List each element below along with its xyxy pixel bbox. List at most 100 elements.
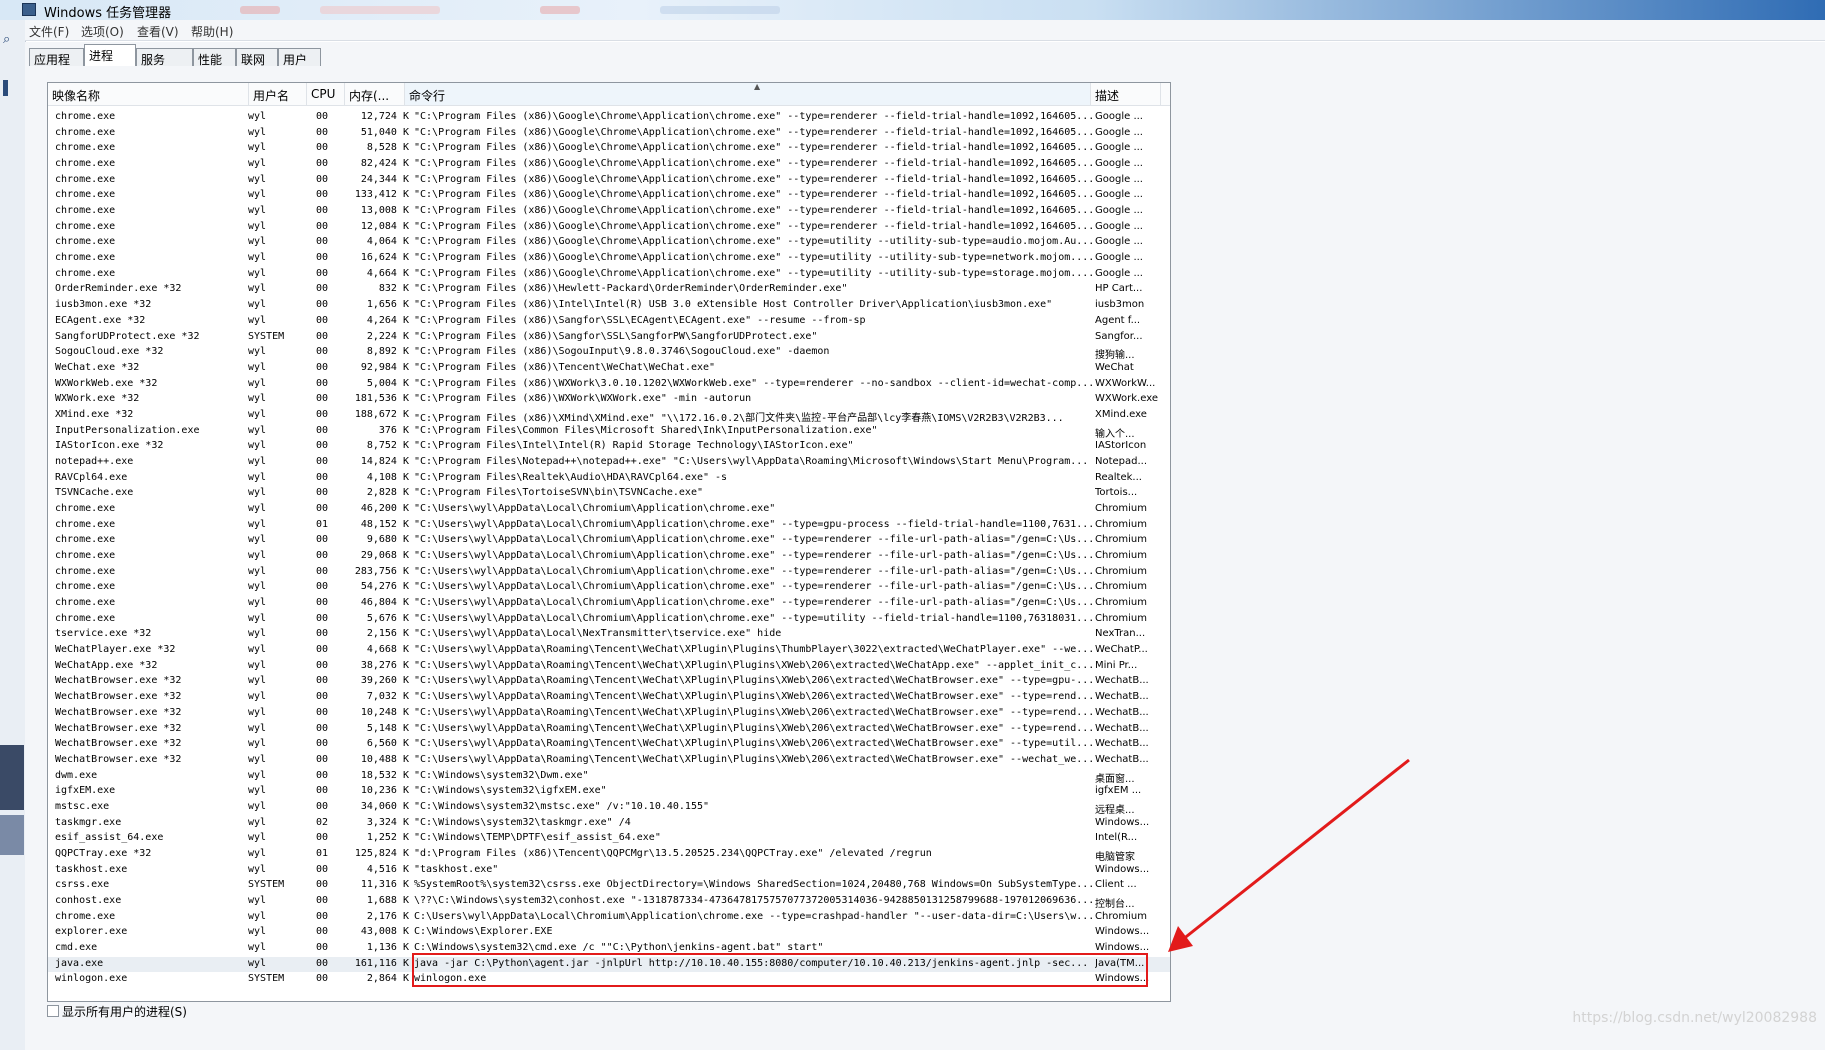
menu-help[interactable]: 帮助(H) xyxy=(191,23,233,40)
memory-cell: 38,276 K xyxy=(360,659,409,671)
image-name-cell: chrome.exe xyxy=(55,205,116,217)
image-name-cell: dwm.exe xyxy=(55,769,98,781)
image-name-cell: WechatBrowser.exe *32 xyxy=(55,675,182,687)
cpu-cell: 00 xyxy=(316,173,329,185)
table-row[interactable]: ECAgent.exe *32 wyl 00 4,264 K "C:\Program F… xyxy=(48,314,1170,330)
table-row[interactable]: igfxEM.exe wyl 00 10,236 K "C:\Windows\syste… xyxy=(48,784,1170,800)
table-row[interactable]: taskmgr.exe wyl 02 3,324 K "C:\Windows\syste… xyxy=(48,816,1170,832)
tab-services[interactable]: 服务 xyxy=(136,48,193,67)
tab-applications[interactable]: 应用程序 xyxy=(29,48,84,84)
table-row[interactable]: notepad++.exe wyl 00 14,824 K "C:\Program Fi… xyxy=(48,455,1170,471)
table-row[interactable]: conhost.exe wyl 00 1,688 K \??\C:\Windows\sy… xyxy=(48,894,1170,910)
table-row[interactable]: chrome.exe wyl 00 54,276 K "C:\Users\wyl\App… xyxy=(48,580,1170,596)
image-name-cell: RAVCpl64.exe xyxy=(55,471,128,483)
search-icon[interactable]: ⌕ xyxy=(3,32,19,48)
table-row[interactable]: chrome.exe wyl 00 9,680 K "C:\Users\wyl\AppD… xyxy=(48,533,1170,549)
image-name-cell: chrome.exe xyxy=(55,173,116,185)
table-row[interactable]: RAVCpl64.exe wyl 00 4,108 K "C:\Program File… xyxy=(48,471,1170,487)
command-line-cell: "C:\Program Files\TortoiseSVN\bin\TSVNCa… xyxy=(414,487,703,499)
table-row[interactable]: mstsc.exe wyl 00 34,060 K "C:\Windows\system… xyxy=(48,800,1170,816)
table-row[interactable]: chrome.exe wyl 00 51,040 K "C:\Program Files… xyxy=(48,126,1170,142)
command-line-cell: "d:\Program Files (x86)\Tencent\QQPCMgr\… xyxy=(414,847,932,859)
table-row[interactable]: chrome.exe wyl 00 82,424 K "C:\Program Files… xyxy=(48,157,1170,173)
cpu-cell: 00 xyxy=(316,346,329,358)
table-row[interactable]: chrome.exe wyl 00 8,528 K "C:\Program Files … xyxy=(48,141,1170,157)
table-row[interactable]: WeChat.exe *32 wyl 00 92,984 K "C:\Program F… xyxy=(48,361,1170,377)
table-row[interactable]: chrome.exe wyl 00 16,624 K "C:\Program Files… xyxy=(48,251,1170,267)
table-row[interactable]: taskhost.exe wyl 00 4,516 K "taskhost.exe" Wi… xyxy=(48,863,1170,879)
table-row[interactable]: explorer.exe wyl 00 43,008 K C:\Windows\Expl… xyxy=(48,925,1170,941)
user-name-cell: wyl xyxy=(248,111,267,122)
table-row[interactable]: chrome.exe wyl 00 12,724 K "C:\Program Files… xyxy=(48,110,1170,126)
table-row[interactable]: WeChatApp.exe *32 wyl 00 38,276 K "C:\Users\… xyxy=(48,659,1170,675)
menu-view[interactable]: 查看(V) xyxy=(137,23,179,40)
table-row[interactable]: WechatBrowser.exe *32 wyl 00 10,248 K "C:\Us… xyxy=(48,706,1170,722)
table-row[interactable]: WechatBrowser.exe *32 wyl 00 7,032 K "C:\Use… xyxy=(48,690,1170,706)
table-row[interactable]: chrome.exe wyl 00 46,200 K "C:\Users\wyl\App… xyxy=(48,502,1170,518)
description-cell: WechatB... xyxy=(1095,738,1149,750)
description-cell: Windows... xyxy=(1095,816,1150,828)
col-memory[interactable]: 内存(... xyxy=(345,83,405,105)
description-cell: Windows... xyxy=(1095,942,1150,954)
window-title: Windows 任务管理器 xyxy=(44,6,172,21)
table-row[interactable]: chrome.exe wyl 00 29,068 K "C:\Users\wyl\App… xyxy=(48,549,1170,565)
table-row[interactable]: WechatBrowser.exe *32 wyl 00 6,560 K "C:\Use… xyxy=(48,737,1170,753)
menu-file[interactable]: 文件(F) xyxy=(29,23,69,40)
table-row[interactable]: chrome.exe wyl 00 46,804 K "C:\Users\wyl\App… xyxy=(48,596,1170,612)
table-row[interactable]: chrome.exe wyl 00 4,064 K "C:\Program Files … xyxy=(48,235,1170,251)
command-line-cell: "C:\Windows\TEMP\DPTF\esif_assist_64.exe… xyxy=(414,832,661,844)
table-row[interactable]: chrome.exe wyl 01 48,152 K "C:\Users\wyl\App… xyxy=(48,518,1170,534)
table-row[interactable]: tservice.exe *32 wyl 00 2,156 K "C:\Users\wy… xyxy=(48,627,1170,643)
table-row[interactable]: esif_assist_64.exe wyl 00 1,252 K "C:\Window… xyxy=(48,831,1170,847)
image-name-cell: SogouCloud.exe *32 xyxy=(55,346,164,358)
command-line-cell: "C:\Program Files (x86)\Google\Chrome\Ap… xyxy=(414,111,1095,122)
table-row[interactable]: chrome.exe wyl 00 24,344 K "C:\Program Files… xyxy=(48,173,1170,189)
user-name-cell: wyl xyxy=(248,424,267,436)
table-row[interactable]: iusb3mon.exe *32 wyl 00 1,656 K "C:\Program … xyxy=(48,298,1170,314)
table-row[interactable]: TSVNCache.exe wyl 00 2,828 K "C:\Program Fil… xyxy=(48,486,1170,502)
col-command-line[interactable]: 命令行 xyxy=(405,83,1091,105)
col-cpu[interactable]: CPU xyxy=(307,83,345,105)
table-row[interactable]: WXWork.exe *32 wyl 00 181,536 K "C:\Program … xyxy=(48,392,1170,408)
table-row[interactable]: chrome.exe wyl 00 5,676 K "C:\Users\wyl\AppD… xyxy=(48,612,1170,628)
tab-networking[interactable]: 联网 xyxy=(236,48,278,67)
col-description[interactable]: 描述 xyxy=(1091,83,1161,105)
table-row[interactable]: XMind.exe *32 wyl 00 188,672 K "C:\Program F… xyxy=(48,408,1170,424)
table-row[interactable]: chrome.exe wyl 00 13,008 K "C:\Program Files… xyxy=(48,204,1170,220)
table-row[interactable]: WechatBrowser.exe *32 wyl 00 5,148 K "C:\Use… xyxy=(48,722,1170,738)
col-user-name[interactable]: 用户名 xyxy=(249,83,307,105)
table-row[interactable]: csrss.exe SYSTEM 00 11,316 K %SystemRoot%\sy… xyxy=(48,878,1170,894)
table-row[interactable]: chrome.exe wyl 00 4,664 K "C:\Program Files … xyxy=(48,267,1170,283)
table-row[interactable]: chrome.exe wyl 00 12,084 K "C:\Program Files… xyxy=(48,220,1170,236)
show-all-users-checkbox[interactable] xyxy=(47,1005,59,1017)
memory-cell: 4,668 K xyxy=(366,644,409,656)
table-row[interactable]: SangforUDProtect.exe *32 SYSTEM 00 2,224 K "… xyxy=(48,330,1170,346)
col-image-name[interactable]: 映像名称 xyxy=(48,83,249,105)
tab-bar: 应用程序 进程 服务 性能 联网 用户 xyxy=(25,42,1825,84)
table-row[interactable]: QQPCTray.exe *32 wyl 01 125,824 K "d:\Progra… xyxy=(48,847,1170,863)
show-all-users-label[interactable]: 显示所有用户的进程(S) xyxy=(62,1003,187,1020)
image-name-cell: chrome.exe xyxy=(55,252,116,264)
table-row[interactable]: WeChatPlayer.exe *32 wyl 00 4,668 K "C:\User… xyxy=(48,643,1170,659)
left-strip: ⌕ xyxy=(0,20,26,1050)
table-row[interactable]: OrderReminder.exe *32 wyl 00 832 K "C:\Progr… xyxy=(48,282,1170,298)
command-line-cell: "C:\Program Files\Notepad++\notepad++.ex… xyxy=(414,455,1089,467)
table-row[interactable]: chrome.exe wyl 00 2,176 K C:\Users\wyl\AppDa… xyxy=(48,910,1170,926)
menu-options[interactable]: 选项(O) xyxy=(81,23,124,40)
process-list[interactable]: 映像名称 用户名 CPU 内存(... 命令行 描述 ▲ chrome.exe w… xyxy=(47,82,1171,1002)
command-line-cell: "C:\Users\wyl\AppData\Local\Chromium\App… xyxy=(414,565,1095,577)
table-row[interactable]: InputPersonalization.exe wyl 00 376 K "C:\Pr… xyxy=(48,424,1170,440)
table-row[interactable]: WechatBrowser.exe *32 wyl 00 10,488 K "C:\Us… xyxy=(48,753,1170,769)
table-row[interactable]: chrome.exe wyl 00 133,412 K "C:\Program File… xyxy=(48,188,1170,204)
table-row[interactable]: WechatBrowser.exe *32 wyl 00 39,260 K "C:\Us… xyxy=(48,674,1170,690)
cpu-cell: 00 xyxy=(316,377,329,389)
table-row[interactable]: WXWorkWeb.exe *32 wyl 00 5,004 K "C:\Program… xyxy=(48,377,1170,393)
table-row[interactable]: IAStorIcon.exe *32 wyl 00 8,752 K "C:\Progra… xyxy=(48,439,1170,455)
tab-users[interactable]: 用户 xyxy=(278,48,321,67)
table-row[interactable]: chrome.exe wyl 00 283,756 K "C:\Users\wyl\Ap… xyxy=(48,565,1170,581)
tab-performance[interactable]: 性能 xyxy=(193,48,236,67)
table-row[interactable]: SogouCloud.exe *32 wyl 00 8,892 K "C:\Progra… xyxy=(48,345,1170,361)
tab-processes[interactable]: 进程 xyxy=(84,44,136,67)
table-row[interactable]: dwm.exe wyl 00 18,532 K "C:\Windows\system32… xyxy=(48,769,1170,785)
user-name-cell: SYSTEM xyxy=(248,973,285,985)
